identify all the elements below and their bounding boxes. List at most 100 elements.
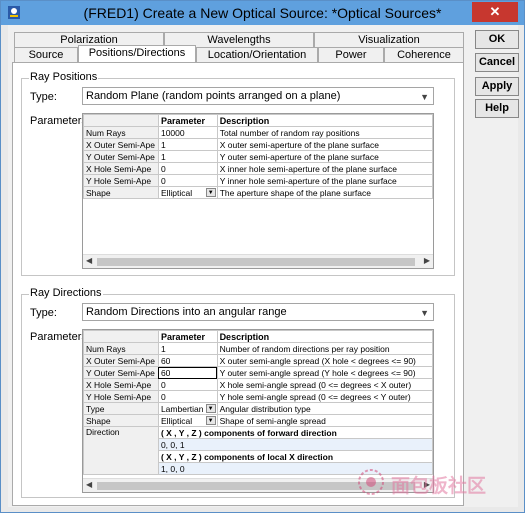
ray-positions-params-label: Parameters: [30,115,90,127]
local-x-direction-header: ( X , Y , Z ) components of local X dire… [157,450,433,463]
row-label: Y Outer Semi-Ape [83,366,159,379]
table-row: Y Outer Semi-Ape 1 Y outer semi-aperture… [83,150,433,163]
table-row: Y Hole Semi-Ape 0 Y hole semi-angle spre… [83,390,433,403]
help-button[interactable]: Help [475,99,519,118]
table-corner [83,114,159,127]
ray-directions-params-label: Parameters: [30,331,90,343]
ray-directions-label: Ray Directions [29,287,103,299]
tab-positions-directions[interactable]: Positions/Directions [78,45,196,62]
ray-positions-table: Parameter Description Num Rays 10000 Tot… [83,114,433,199]
tab-visualization[interactable]: Visualization [314,32,464,47]
chevron-down-icon[interactable]: ▼ [420,305,429,321]
description-cell: Y hole semi-angle spread (0 <= degrees <… [216,390,433,403]
watermark-text: 面包板社区 [391,475,487,497]
table-row: X Hole Semi-Ape 0 X inner hole semi-aper… [83,162,433,175]
row-label: Shape [83,186,159,199]
table-row: X Hole Semi-Ape 0 X hole semi-angle spre… [83,378,433,391]
description-cell: Y outer semi-aperture of the plane surfa… [216,150,433,163]
scroll-left-icon[interactable]: ◀ [86,256,92,265]
table-row: X Outer Semi-Ape 60 X outer semi-angle s… [83,354,433,367]
param-value-cell[interactable]: 1 [157,138,218,151]
scroll-left-icon[interactable]: ◀ [86,480,92,489]
row-label: Num Rays [83,126,159,139]
forward-direction-value[interactable]: 0, 0, 1 [157,438,433,451]
table-row: Type Lambertian ▼ Angular distribution t… [83,402,433,415]
spread-shape-select-cell[interactable]: Elliptical ▼ [157,414,218,427]
description-cell: X outer semi-angle spread (X hole < degr… [216,354,433,367]
ray-directions-type-label: Type: [30,307,57,319]
dialog-client: Polarization Wavelengths Visualization S… [8,25,519,507]
distribution-type-select-cell[interactable]: Lambertian ▼ [157,402,218,415]
table-row: Shape Elliptical ▼ The aperture shape of… [83,186,433,199]
param-value-cell[interactable]: 0 [157,378,218,391]
window-title: (FRED1) Create a New Optical Source: *Op… [83,5,442,21]
description-cell: Angular distribution type [216,402,433,415]
forward-direction-header: ( X , Y , Z ) components of forward dire… [157,426,433,439]
row-label: Shape [83,414,159,427]
table-header-row: Parameter Description [83,114,433,127]
title-bar[interactable]: (FRED1) Create a New Optical Source: *Op… [1,1,524,25]
param-value-cell[interactable]: 0 [157,174,218,187]
chevron-down-icon[interactable]: ▼ [420,89,429,105]
table-row: Num Rays 1 Number of random directions p… [83,342,433,355]
spread-shape-value: Elliptical [160,415,193,426]
apply-button[interactable]: Apply [475,77,519,96]
ray-positions-grid: Parameter Description Num Rays 10000 Tot… [82,113,434,269]
chevron-down-icon[interactable]: ▼ [205,188,216,197]
horizontal-scrollbar[interactable]: ◀ ▶ [83,254,433,268]
table-row: Direction ( X , Y , Z ) components of fo… [83,426,433,475]
ray-directions-table: Parameter Description Num Rays 1 Number … [83,330,433,475]
scroll-right-icon[interactable]: ▶ [424,256,430,265]
ray-directions-type-value: Random Directions into an angular range [86,306,287,318]
param-value-cell[interactable]: 10000 [157,126,218,139]
param-value-cell[interactable]: 0 [157,390,218,403]
shape-select-cell[interactable]: Elliptical ▼ [157,186,218,199]
row-label: X Hole Semi-Ape [83,378,159,391]
shape-select-value: Elliptical [160,187,193,198]
param-value-cell-active[interactable]: 60 [157,366,218,379]
ray-directions-type-combo[interactable]: Random Directions into an angular range … [82,303,434,321]
row-label: Y Hole Semi-Ape [83,390,159,403]
param-value-cell[interactable]: 0 [157,162,218,175]
ray-positions-type-value: Random Plane (random points arranged on … [86,90,341,102]
distribution-type-value: Lambertian [160,403,204,414]
row-label: X Hole Semi-Ape [83,162,159,175]
description-cell: X hole semi-angle spread (0 <= degrees <… [216,378,433,391]
table-row: Shape Elliptical ▼ Shape of semi-angle s… [83,414,433,427]
row-label: X Outer Semi-Ape [83,138,159,151]
ok-button[interactable]: OK [475,30,519,49]
ray-positions-type-combo[interactable]: Random Plane (random points arranged on … [82,87,434,105]
tab-location-orientation[interactable]: Location/Orientation [196,47,318,62]
description-cell: Y outer semi-angle spread (Y hole < degr… [216,366,433,379]
tab-source[interactable]: Source [14,47,78,62]
description-cell: The aperture shape of the plane surface [216,186,433,199]
description-cell: X outer semi-aperture of the plane surfa… [216,138,433,151]
tab-power[interactable]: Power [318,47,384,62]
chevron-down-icon[interactable]: ▼ [205,416,216,425]
table-row: Y Hole Semi-Ape 0 Y inner hole semi-aper… [83,174,433,187]
ray-positions-type-label: Type: [30,91,57,103]
cancel-button[interactable]: Cancel [475,53,519,72]
ray-positions-label: Ray Positions [29,71,99,83]
close-button[interactable]: ✕ [472,2,518,22]
ray-positions-group: Ray Positions Type: Random Plane (random… [21,71,455,276]
table-header-row: Parameter Description [83,330,433,343]
table-row: X Outer Semi-Ape 1 X outer semi-aperture… [83,138,433,151]
dialog-window: (FRED1) Create a New Optical Source: *Op… [0,0,525,513]
column-header-description: Description [216,330,433,343]
description-cell: Number of random directions per ray posi… [216,342,433,355]
column-header-parameter: Parameter [157,114,218,127]
scrollbar-thumb[interactable] [97,258,415,266]
row-label: Y Outer Semi-Ape [83,150,159,163]
table-row: Num Rays 10000 Total number of random ra… [83,126,433,139]
param-value-cell[interactable]: 1 [157,342,218,355]
column-header-parameter: Parameter [157,330,218,343]
param-value-cell[interactable]: 1 [157,150,218,163]
tab-coherence[interactable]: Coherence [384,47,464,62]
column-header-description: Description [216,114,433,127]
chevron-down-icon[interactable]: ▼ [205,404,216,413]
tab-row-front: Source Positions/Directions Location/Ori… [8,45,464,62]
param-value-cell[interactable]: 60 [157,354,218,367]
row-label: Y Hole Semi-Ape [83,174,159,187]
description-cell: Shape of semi-angle spread [216,414,433,427]
